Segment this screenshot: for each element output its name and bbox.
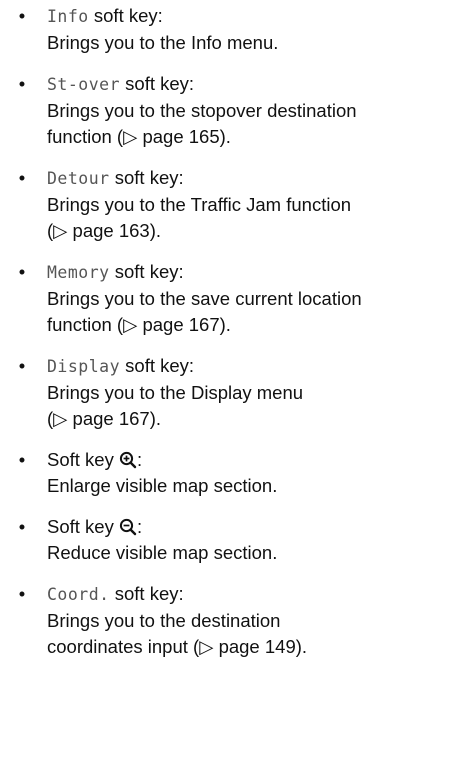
zoom-in-icon xyxy=(119,451,137,469)
list-item: • Display soft key: Brings you to the Di… xyxy=(0,353,462,432)
item-prefix: Soft key xyxy=(47,449,119,470)
key-suffix: soft key: xyxy=(109,261,184,282)
item-heading: Display soft key: xyxy=(47,353,462,380)
key-suffix: soft key: xyxy=(109,583,184,604)
item-heading: Soft key : xyxy=(47,514,462,540)
item-description-line: Brings you to the Info menu. xyxy=(47,32,279,53)
soft-key-label: Detour xyxy=(47,169,110,188)
item-description-line: Reduce visible map section. xyxy=(47,542,278,563)
item-description-line: (▷ page 163). xyxy=(47,220,161,241)
list-item: • St-over soft key: Brings you to the st… xyxy=(0,71,462,150)
key-suffix: soft key: xyxy=(120,355,195,376)
key-suffix: soft key: xyxy=(109,167,184,188)
key-suffix: soft key: xyxy=(88,5,163,26)
bullet: • xyxy=(18,261,26,282)
soft-key-label: Display xyxy=(47,357,121,376)
list-item: • Coord. soft key: Brings you to the des… xyxy=(0,581,462,660)
item-suffix: : xyxy=(136,449,143,470)
list-item: • Soft key : Enlarge visible map section… xyxy=(0,447,462,499)
item-description-line: Brings you to the stopover destination xyxy=(47,100,357,121)
bullet: • xyxy=(18,5,26,26)
list-item: • Detour soft key: Brings you to the Tra… xyxy=(0,165,462,244)
soft-key-list: • Info soft key: Brings you to the Info … xyxy=(0,0,462,675)
bullet: • xyxy=(18,583,26,604)
item-heading: St-over soft key: xyxy=(47,71,462,98)
item-description-line: Brings you to the save current location xyxy=(47,288,362,309)
zoom-out-icon xyxy=(119,518,137,536)
item-description-line: function (▷ page 165). xyxy=(47,126,231,147)
list-item: • Memory soft key: Brings you to the sav… xyxy=(0,259,462,338)
soft-key-label: Info xyxy=(47,7,89,26)
item-description-line: function (▷ page 167). xyxy=(47,314,231,335)
item-heading: Memory soft key: xyxy=(47,259,462,286)
bullet: • xyxy=(18,73,26,94)
item-description-line: Brings you to the Display menu xyxy=(47,382,304,403)
item-description-line: Brings you to the destination xyxy=(47,610,281,631)
item-description-line: Enlarge visible map section. xyxy=(47,475,278,496)
item-heading: Soft key : xyxy=(47,447,462,473)
bullet: • xyxy=(18,167,26,188)
item-heading: Coord. soft key: xyxy=(47,581,462,608)
item-prefix: Soft key xyxy=(47,516,119,537)
soft-key-label: Memory xyxy=(47,263,110,282)
bullet: • xyxy=(18,516,26,537)
bullet: • xyxy=(18,449,26,470)
list-item: • Soft key : Reduce visible map section. xyxy=(0,514,462,566)
item-heading: Info soft key: xyxy=(47,3,462,30)
soft-key-label: St-over xyxy=(47,75,121,94)
item-heading: Detour soft key: xyxy=(47,165,462,192)
item-description-line: coordinates input (▷ page 149). xyxy=(47,636,308,657)
bullet: • xyxy=(18,355,26,376)
key-suffix: soft key: xyxy=(120,73,195,94)
item-suffix: : xyxy=(136,516,143,537)
list-item: • Info soft key: Brings you to the Info … xyxy=(0,3,462,56)
item-description-line: Brings you to the Traffic Jam function xyxy=(47,194,352,215)
soft-key-label: Coord. xyxy=(47,585,110,604)
item-description-line: (▷ page 167). xyxy=(47,408,161,429)
